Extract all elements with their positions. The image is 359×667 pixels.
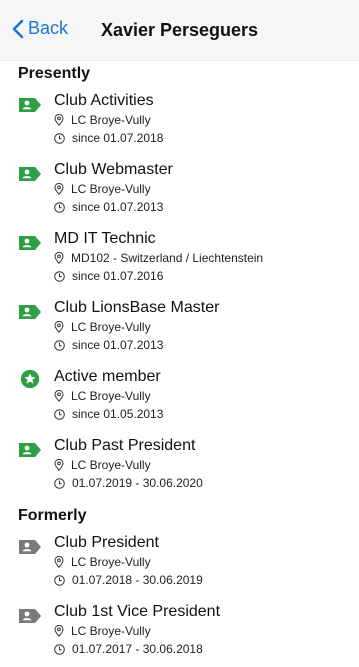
location-pin-icon [54, 459, 64, 471]
page-title: Xavier Perseguers [100, 20, 259, 40]
place-text: MD102 - Switzerland / Liechtenstein [71, 251, 264, 265]
list-item[interactable]: Active member LC Broye-Vully since 01.05.2… [0, 363, 359, 432]
period-text: since 01.07.2013 [72, 338, 164, 352]
period-text: since 01.07.2018 [72, 131, 164, 145]
location-pin-icon [54, 625, 64, 637]
place-text: LC Broye-Vully [71, 624, 151, 638]
location-pin-icon [54, 114, 64, 126]
period-text: 01.07.2017 - 30.06.2018 [72, 642, 203, 656]
location-pin-icon [54, 183, 64, 195]
location-pin-icon [54, 252, 64, 264]
id-badge-icon [19, 98, 41, 112]
id-badge-icon [19, 305, 41, 319]
period-text: since 01.07.2016 [72, 269, 164, 283]
place-line: LC Broye-Vully [54, 553, 359, 571]
list-item[interactable]: Club LionsBase Master LC Broye-Vully since… [0, 294, 359, 363]
place-text: LC Broye-Vully [71, 458, 151, 472]
clock-icon [54, 477, 65, 489]
clock-icon [54, 132, 65, 144]
function-name: Active member [54, 368, 161, 385]
period-line: 01.07.2019 - 30.06.2020 [54, 474, 359, 492]
list-item[interactable]: Club 1st Vice President LC Broye-Vully 01.… [0, 598, 359, 667]
clock-icon [54, 643, 65, 655]
period-line: since 01.05.2013 [54, 405, 359, 423]
id-badge-icon [19, 236, 41, 250]
period-line: since 01.07.2013 [54, 336, 359, 354]
clock-icon [54, 574, 65, 586]
section-title: Presently [18, 65, 91, 82]
place-text: LC Broye-Vully [71, 320, 151, 334]
place-line: LC Broye-Vully [54, 180, 359, 198]
period-text: since 01.07.2013 [72, 200, 164, 214]
period-line: since 01.07.2018 [54, 129, 359, 147]
star-circle-icon [20, 369, 40, 389]
clock-icon [54, 270, 65, 282]
list-item[interactable]: Club Past President LC Broye-Vully 01.07.2… [0, 432, 359, 501]
function-list: Presently Club Activities LC Broye-Vully si… [0, 61, 359, 667]
location-pin-icon [54, 321, 64, 333]
function-name: Club Past President [54, 437, 196, 454]
id-badge-icon [19, 443, 41, 457]
location-pin-icon [54, 556, 64, 568]
navigation-bar: Back Xavier Perseguers [0, 0, 359, 61]
period-line: 01.07.2018 - 30.06.2019 [54, 571, 359, 589]
list-item[interactable]: Club Activities LC Broye-Vully since 01.07… [0, 87, 359, 156]
period-text: 01.07.2019 - 30.06.2020 [72, 476, 203, 490]
place-line: MD102 - Switzerland / Liechtenstein [54, 249, 359, 267]
list-item[interactable]: Club Webmaster LC Broye-Vully since 01.07.… [0, 156, 359, 225]
function-name: Club 1st Vice President [54, 603, 221, 620]
place-line: LC Broye-Vully [54, 387, 359, 405]
id-badge-icon [19, 609, 41, 623]
clock-icon [54, 408, 65, 420]
clock-icon [54, 339, 65, 351]
period-text: 01.07.2018 - 30.06.2019 [72, 573, 203, 587]
location-pin-icon [54, 390, 64, 402]
list-item[interactable]: Club President LC Broye-Vully 01.07.2018 -… [0, 529, 359, 598]
place-line: LC Broye-Vully [54, 456, 359, 474]
period-line: 01.07.2017 - 30.06.2018 [54, 640, 359, 658]
function-name: Club Activities [54, 92, 154, 109]
place-text: LC Broye-Vully [71, 555, 151, 569]
place-line: LC Broye-Vully [54, 622, 359, 640]
id-badge-icon [19, 540, 41, 554]
clock-icon [54, 201, 65, 213]
period-line: since 01.07.2016 [54, 267, 359, 285]
function-name: Club Webmaster [54, 161, 173, 178]
function-name: MD IT Technic [54, 230, 156, 247]
function-name: Club LionsBase Master [54, 299, 220, 316]
place-text: LC Broye-Vully [71, 389, 151, 403]
place-text: LC Broye-Vully [71, 182, 151, 196]
section-title: Formerly [18, 507, 87, 524]
period-text: since 01.05.2013 [72, 407, 164, 421]
function-name: Club President [54, 534, 159, 551]
list-item[interactable]: MD IT Technic MD102 - Switzerland / Liech… [0, 225, 359, 294]
place-line: LC Broye-Vully [54, 318, 359, 336]
place-text: LC Broye-Vully [71, 113, 151, 127]
id-badge-icon [19, 167, 41, 181]
period-line: since 01.07.2013 [54, 198, 359, 216]
place-line: LC Broye-Vully [54, 111, 359, 129]
